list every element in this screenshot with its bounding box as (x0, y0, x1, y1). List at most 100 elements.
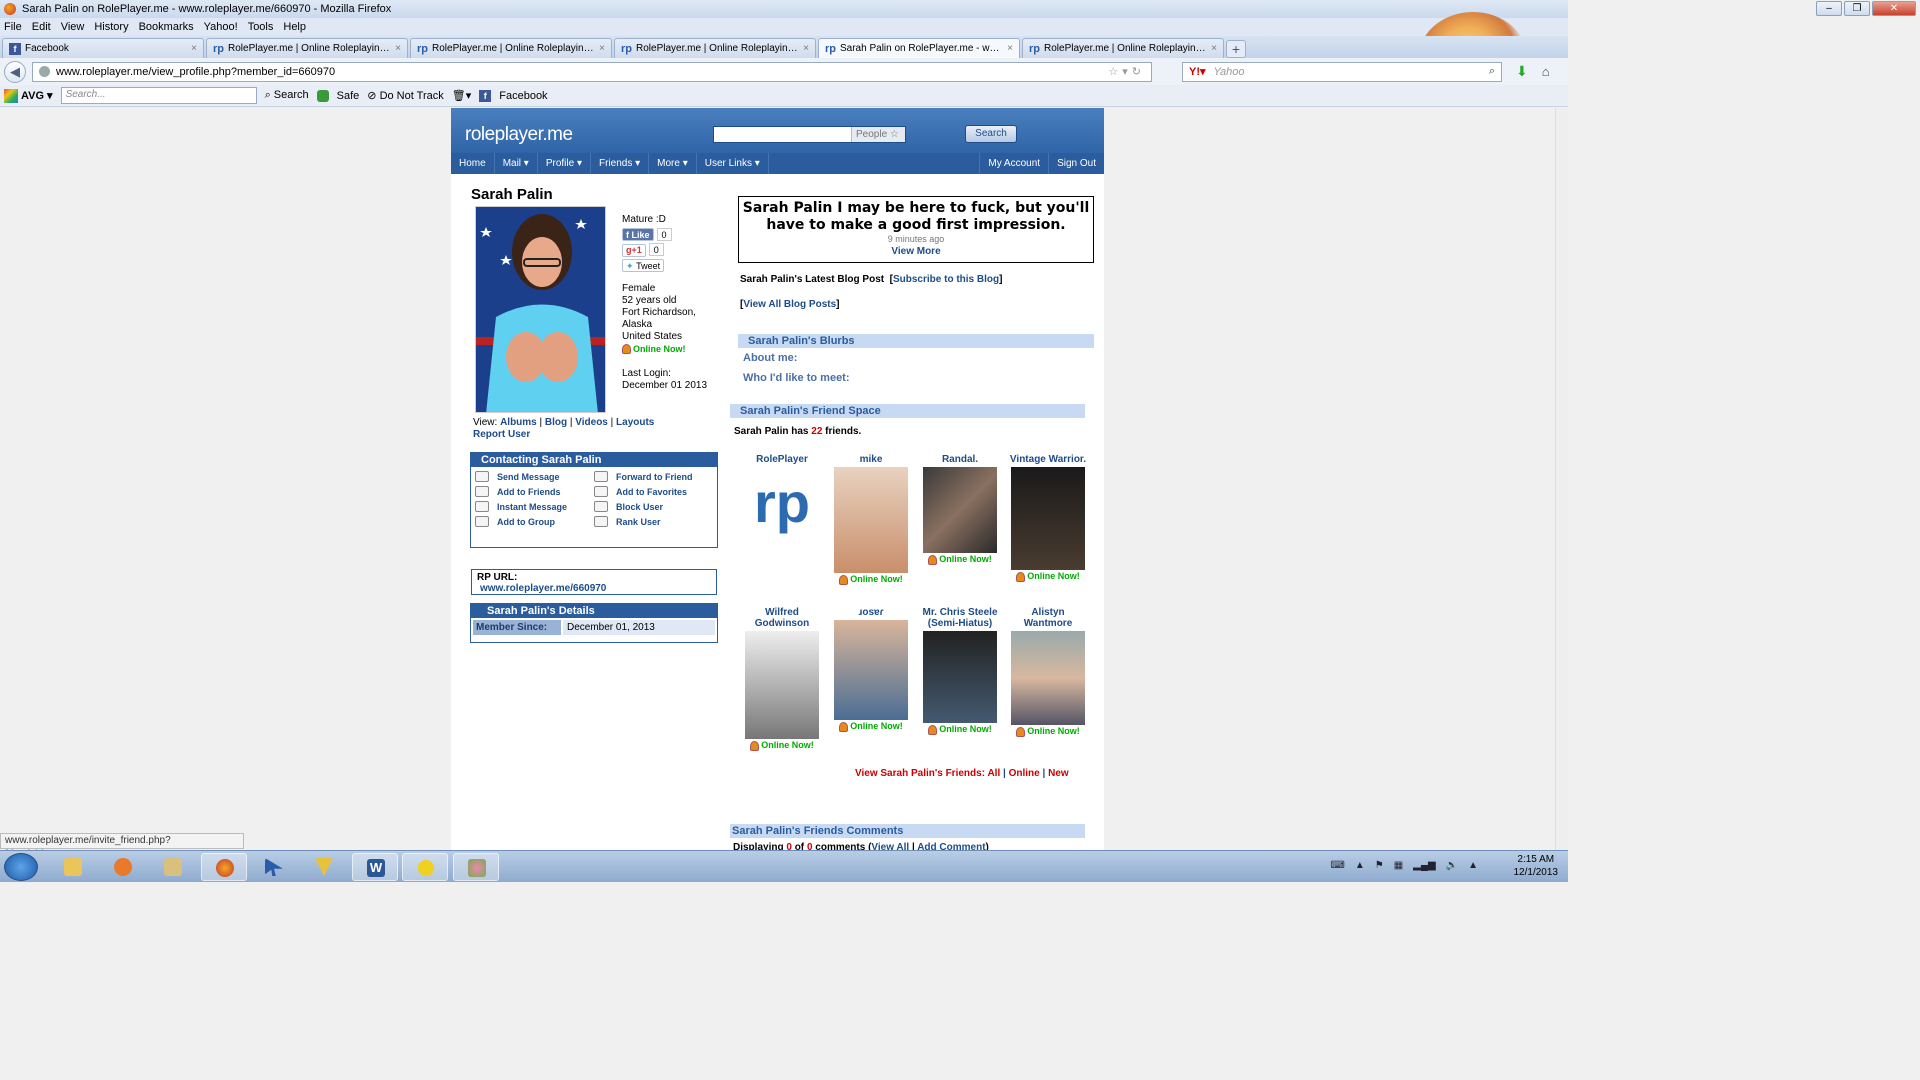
menu-view[interactable]: View (61, 21, 85, 33)
avg-search-button[interactable]: ⌕ Search (265, 89, 309, 102)
avg-safe-button[interactable]: Safe (337, 90, 360, 102)
block-user-button[interactable]: Block User (594, 501, 713, 512)
videos-link[interactable]: Videos (575, 417, 608, 428)
taskbar-media-player[interactable] (100, 853, 146, 881)
nav-friends[interactable]: Friends ▾ (591, 153, 650, 174)
nav-home[interactable]: Home (451, 153, 495, 174)
page-scrollbar[interactable] (1555, 108, 1568, 850)
send-message-button[interactable]: Send Message (475, 471, 594, 482)
volume-icon[interactable]: 🔈 (1446, 860, 1458, 871)
tab-facebook[interactable]: f Facebook × (2, 38, 204, 58)
blog-link[interactable]: Blog (545, 417, 567, 428)
friend-card[interactable]: Wilfred Godwinson Online Now! (741, 607, 823, 754)
albums-link[interactable]: Albums (500, 417, 537, 428)
clock[interactable]: 2:15 AM 12/1/2013 (1514, 853, 1559, 879)
friend-photo[interactable]: rp (745, 467, 819, 545)
friend-name[interactable]: mike (830, 454, 912, 465)
rank-user-button[interactable]: Rank User (594, 516, 713, 527)
taskbar-paint[interactable] (453, 853, 499, 881)
tray-expand-icon[interactable]: ▲ (1355, 860, 1365, 871)
close-icon[interactable]: × (1007, 43, 1013, 54)
friend-photo[interactable] (1011, 467, 1085, 570)
profile-photo[interactable] (475, 206, 606, 413)
nav-profile[interactable]: Profile ▾ (538, 153, 591, 174)
yahoo-icon[interactable]: Y!▾ (1189, 65, 1206, 78)
friend-card[interactable]: Mr. Chris Steele (Semi-Hiatus) Online No… (919, 607, 1001, 738)
close-button[interactable]: ✕ (1872, 1, 1916, 16)
tab-sarah-palin[interactable]: rp Sarah Palin on RolePlayer.me - www.r..… (818, 38, 1020, 58)
friend-name[interactable]: Mr. Chris Steele (Semi-Hiatus) (919, 607, 1001, 629)
friend-card[interactable]: Randal. Online Now! (919, 454, 1001, 568)
view-more-link[interactable]: View More (739, 245, 1093, 259)
forward-to-friend-button[interactable]: Forward to Friend (594, 471, 713, 482)
friend-name[interactable]: ɹosɐɾ (830, 607, 912, 618)
taskbar-libraries[interactable] (50, 853, 96, 881)
tab-roleplayer-3[interactable]: rp RolePlayer.me | Online Roleplaying S..… (614, 38, 816, 58)
signal-icon[interactable]: ▂▄▆ (1413, 860, 1435, 871)
site-logo[interactable]: roleplayer.me (465, 124, 573, 146)
friend-name[interactable]: Vintage Warrior. (1007, 454, 1089, 465)
taskbar-firefox[interactable] (201, 853, 247, 881)
friend-card[interactable]: mike Online Now! (830, 454, 912, 588)
taskbar-pizza-app[interactable] (301, 853, 347, 881)
friend-photo[interactable] (1011, 631, 1085, 725)
tab-roleplayer-2[interactable]: rp RolePlayer.me | Online Roleplaying S..… (410, 38, 612, 58)
taskbar-cursor-app[interactable] (251, 853, 297, 881)
url-bar[interactable]: www.roleplayer.me/view_profile.php?membe… (32, 61, 1152, 82)
friend-photo[interactable] (923, 467, 997, 553)
report-user-link[interactable]: Report User (473, 429, 530, 440)
menu-bookmarks[interactable]: Bookmarks (139, 21, 194, 33)
menu-help[interactable]: Help (283, 21, 306, 33)
minimize-button[interactable]: – (1816, 1, 1842, 16)
taskbar-word[interactable]: W (352, 853, 398, 881)
google-plus-button[interactable]: g +1 (622, 243, 646, 257)
site-identity-icon[interactable] (39, 66, 50, 77)
subscribe-blog-link[interactable]: Subscribe to this Blog (893, 274, 999, 285)
home-icon[interactable]: ⌂ (1542, 64, 1550, 79)
trash-icon[interactable]: 🗑▾ (452, 89, 472, 102)
nav-mail[interactable]: Mail ▾ (495, 153, 538, 174)
menu-file[interactable]: File (4, 21, 22, 33)
menu-yahoo[interactable]: Yahoo! (204, 21, 238, 33)
friend-photo[interactable] (745, 631, 819, 739)
close-icon[interactable]: × (1211, 43, 1217, 54)
search-scope-select[interactable]: People ☆ (851, 127, 905, 142)
url-text[interactable]: www.roleplayer.me/view_profile.php?membe… (56, 66, 1108, 78)
add-to-group-button[interactable]: Add to Group (475, 516, 594, 527)
close-icon[interactable]: × (803, 43, 809, 54)
taskbar-aim[interactable] (402, 853, 448, 881)
friend-card[interactable]: Alistyn Wantmore Online Now! (1007, 607, 1089, 740)
layouts-link[interactable]: Layouts (616, 417, 654, 428)
add-to-friends-button[interactable]: Add to Friends (475, 486, 594, 497)
avg-facebook-button[interactable]: Facebook (499, 90, 547, 102)
view-online-friends-link[interactable]: Online (1009, 768, 1040, 779)
back-button[interactable]: ◀ (4, 60, 26, 83)
close-icon[interactable]: × (395, 43, 401, 54)
view-all-blogs-link[interactable]: View All Blog Posts (743, 299, 836, 310)
keyboard-icon[interactable]: ⌨ (1330, 860, 1344, 871)
tweet-button[interactable]: ✦ Tweet (622, 259, 665, 272)
friend-card[interactable]: ɹosɐɾ Online Now! (830, 607, 912, 735)
network-icon[interactable]: ▦ (1394, 860, 1403, 871)
friend-card[interactable]: RolePlayer rp (741, 454, 823, 545)
tab-roleplayer-4[interactable]: rp RolePlayer.me | Online Roleplaying S..… (1022, 38, 1224, 58)
friend-name[interactable]: Randal. (919, 454, 1001, 465)
friend-photo[interactable] (834, 467, 908, 573)
start-button[interactable] (4, 853, 38, 881)
menu-edit[interactable]: Edit (32, 21, 51, 33)
drive-icon[interactable]: ▲ (1468, 860, 1478, 871)
nav-my-account[interactable]: My Account (979, 153, 1048, 174)
do-not-track-button[interactable]: ⊘ Do Not Track (367, 89, 443, 102)
download-icon[interactable]: ⬇ (1516, 63, 1528, 80)
maximize-button[interactable]: ❐ (1844, 1, 1870, 16)
search-bar[interactable]: Y!▾ Yahoo ⌕ (1182, 61, 1502, 82)
tab-roleplayer-1[interactable]: rp RolePlayer.me | Online Roleplaying S..… (206, 38, 408, 58)
close-icon[interactable]: × (599, 43, 605, 54)
friend-photo[interactable] (923, 631, 997, 723)
view-all-comments-link[interactable]: View All (871, 842, 909, 850)
view-all-friends-link[interactable]: All (987, 768, 1000, 779)
menu-tools[interactable]: Tools (248, 21, 274, 33)
rp-url-link[interactable]: www.roleplayer.me/660970 (480, 583, 606, 594)
facebook-like-button[interactable]: f Like (622, 228, 654, 241)
avg-search-input[interactable]: Search... (60, 87, 257, 104)
